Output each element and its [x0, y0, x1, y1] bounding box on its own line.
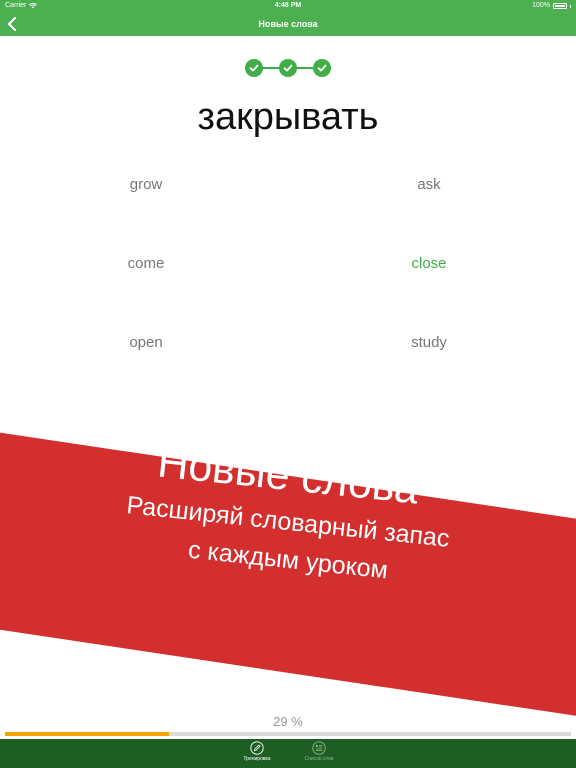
navigation-bar: Новые слова: [0, 12, 576, 36]
progress-label: 29 %: [273, 714, 303, 729]
step-complete: [245, 59, 263, 77]
tab-training[interactable]: Тренировка: [232, 741, 282, 767]
page-title: Новые слова: [258, 19, 318, 29]
tab-word-list[interactable]: Список слов: [294, 741, 344, 767]
checkmark-icon: [249, 64, 259, 72]
word-list-icon: [312, 741, 326, 755]
tab-label: Тренировка: [243, 756, 271, 762]
answer-option-ask[interactable]: ask: [329, 176, 529, 193]
checkmark-icon: [283, 64, 293, 72]
answer-option-come[interactable]: come: [46, 255, 246, 272]
progress-bar: [5, 732, 571, 736]
lesson-stepper: [245, 59, 331, 77]
tab-bar: Тренировка Список слов: [0, 739, 576, 768]
checkmark-icon: [317, 64, 327, 72]
battery-percent: 100%: [532, 2, 550, 9]
stepper-connector: [261, 67, 281, 69]
answer-option-grow[interactable]: grow: [46, 176, 246, 193]
stepper-connector: [295, 67, 315, 69]
answer-option-open[interactable]: open: [46, 334, 246, 351]
answer-option-study[interactable]: study: [329, 334, 529, 351]
step-complete: [313, 59, 331, 77]
progress-bar-fill: [5, 732, 170, 736]
pencil-icon: [250, 741, 264, 755]
status-time: 4:48 PM: [274, 2, 302, 9]
status-bar: Carrier 4:48 PM 100%: [0, 0, 576, 12]
step-complete: [279, 59, 297, 77]
answer-option-close[interactable]: close: [329, 255, 529, 272]
battery-icon: [553, 3, 567, 9]
tab-label: Список слов: [304, 756, 334, 762]
question-word: закрывать: [197, 96, 379, 138]
